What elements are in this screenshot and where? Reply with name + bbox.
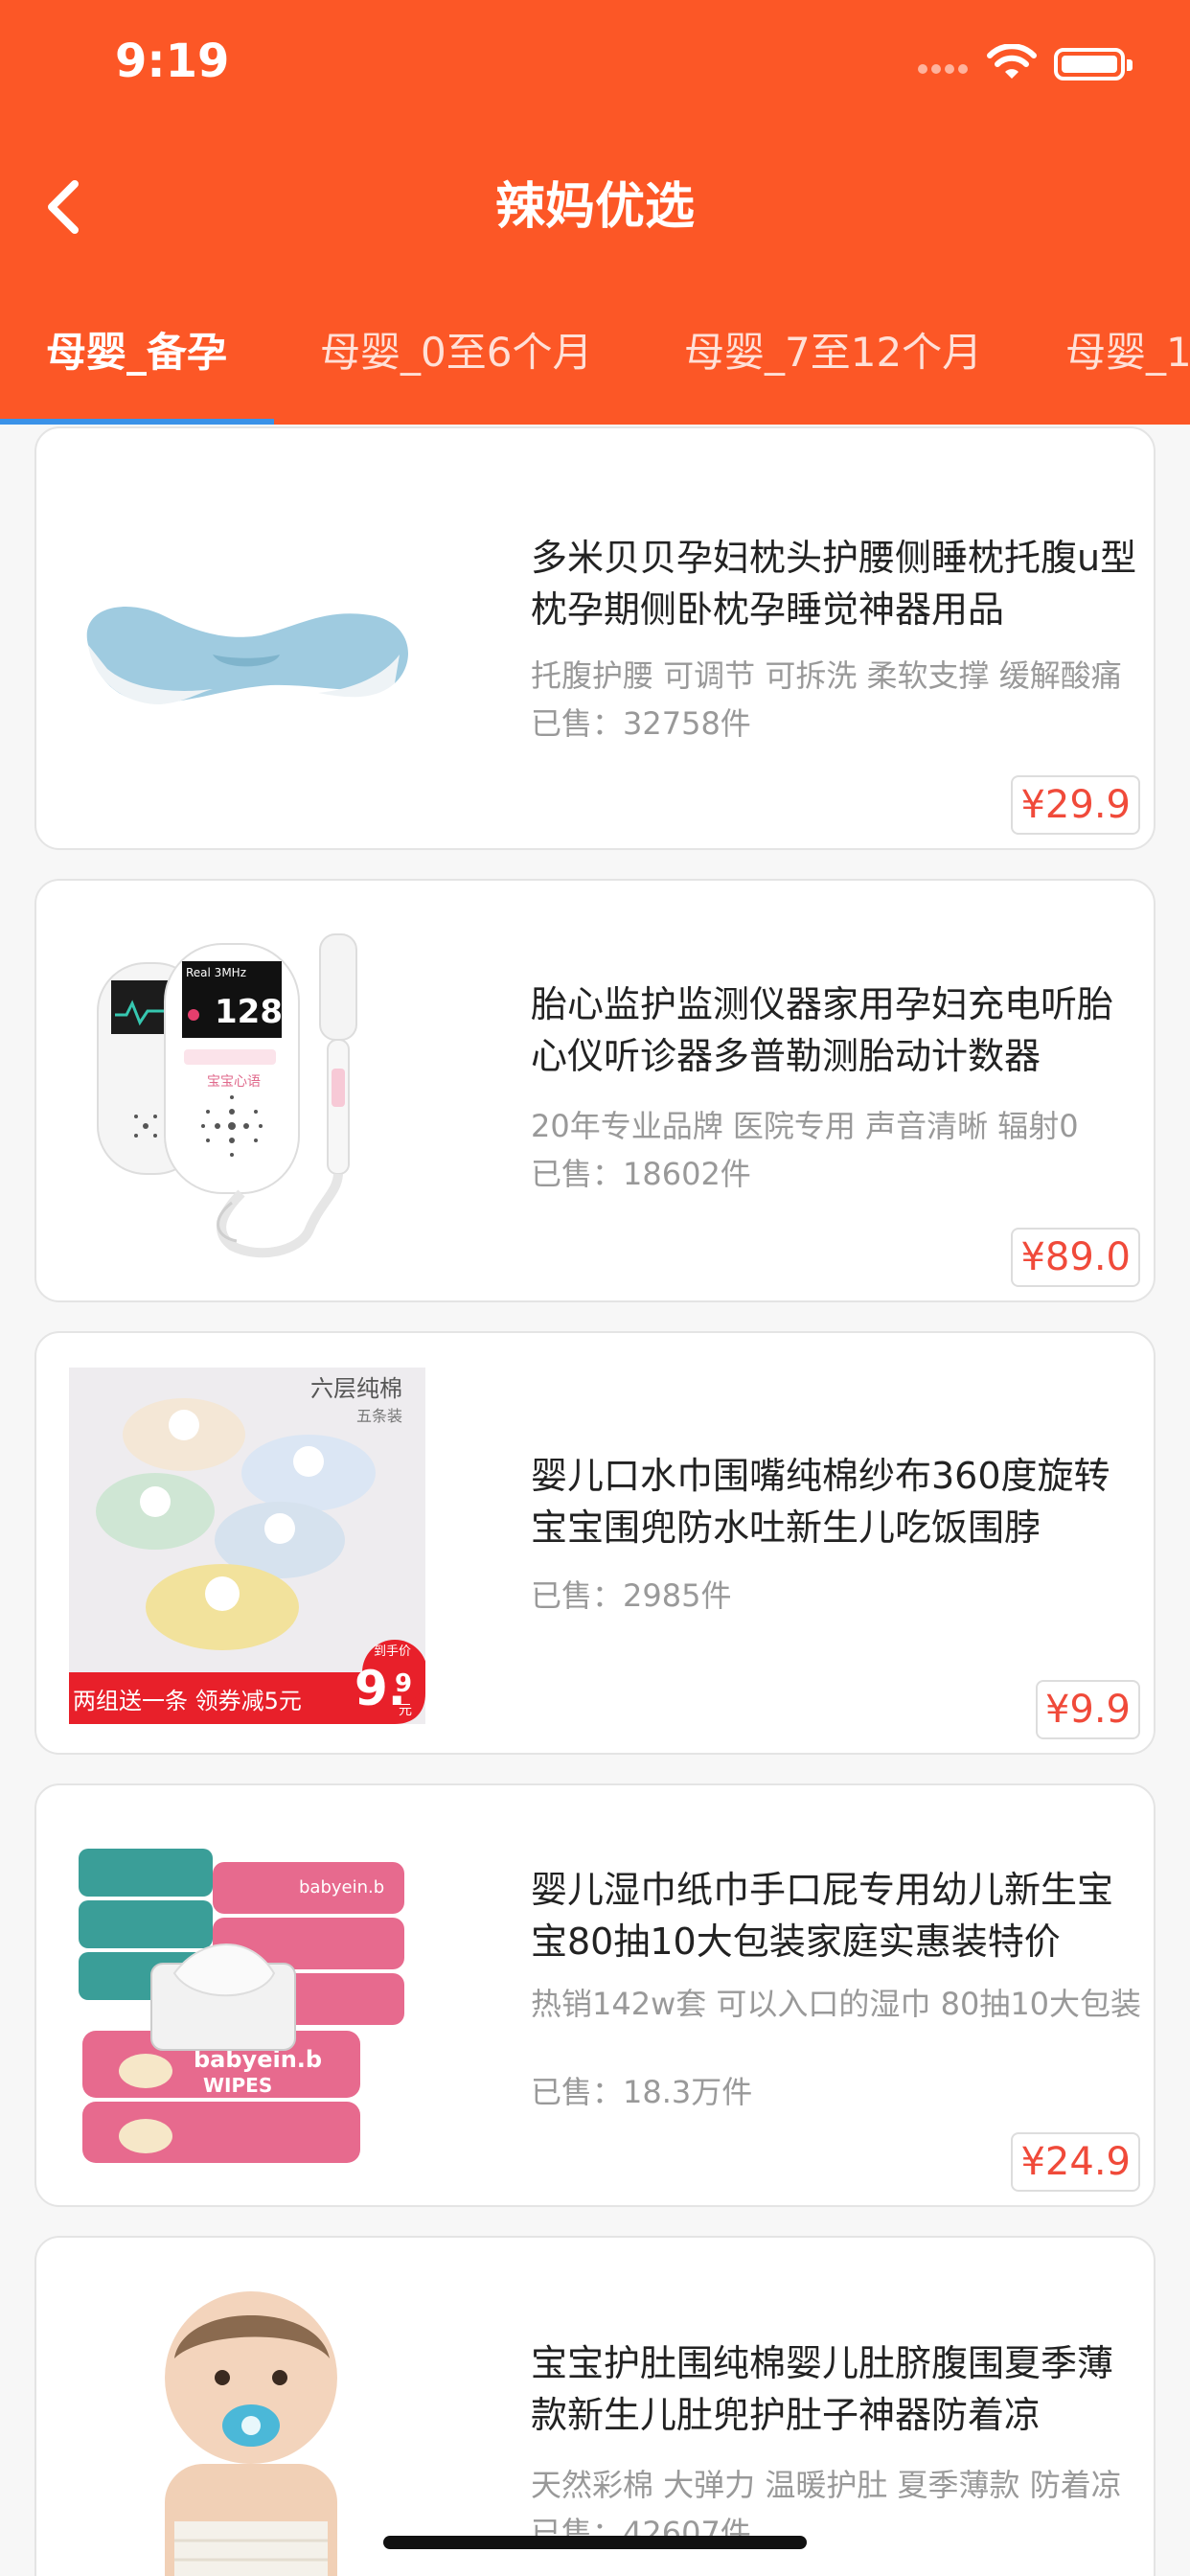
product-tags: 托腹护腰 可调节 可拆洗 柔软支撑 缓解酸痛 bbox=[531, 657, 1122, 694]
cellular-signal-icon bbox=[918, 59, 975, 74]
product-card[interactable]: Real 3MHz 128 宝宝心语 胎心监护监测仪器家用孕妇充电听胎心仪听诊器… bbox=[34, 879, 1156, 1302]
product-title: 多米贝贝孕妇枕头护腰侧睡枕托腹u型枕孕期侧卧枕孕睡觉神器用品 bbox=[531, 537, 1137, 631]
product-price: ¥9.9 bbox=[1035, 1680, 1140, 1739]
wipes-front-name: WIPES bbox=[203, 2074, 272, 2097]
product-sold-count: 已售：18602件 bbox=[531, 1156, 751, 1192]
fetal-doppler-image: Real 3MHz 128 宝宝心语 bbox=[97, 933, 357, 1258]
device-brand: 宝宝心语 bbox=[207, 1074, 261, 1090]
pregnancy-pillow-image bbox=[86, 607, 408, 704]
product-card[interactable]: 六层纯棉 五条装 两组送一条 领券减5元 到手价 9. 9 元 婴儿口水巾围嘴纯… bbox=[34, 1331, 1156, 1755]
home-indicator[interactable] bbox=[383, 2536, 807, 2549]
bib-corner-sublabel: 五条装 bbox=[356, 1407, 402, 1425]
product-price: ¥89.0 bbox=[1011, 1228, 1140, 1287]
bib-price-small: 9 bbox=[395, 1669, 412, 1698]
tab-prepregnancy[interactable]: 母婴_备孕 bbox=[46, 316, 227, 425]
device-screen-text: Real 3MHz bbox=[186, 966, 246, 979]
page-title: 辣妈优选 bbox=[494, 178, 695, 236]
product-card[interactable]: babyein.b babyein.b WIPES 婴儿湿巾纸巾手口屁专用幼儿新… bbox=[34, 1783, 1156, 2207]
product-list: 多米贝贝孕妇枕头护腰侧睡枕托腹u型枕孕期侧卧枕孕睡觉神器用品 托腹护腰 可调节 … bbox=[0, 425, 1190, 2576]
tab-1-3-years[interactable]: 母婴_1至3岁 bbox=[1065, 316, 1190, 425]
product-title: 婴儿湿巾纸巾手口屁专用幼儿新生宝宝80抽10大包装家庭实惠装特价 bbox=[531, 1869, 1114, 1963]
product-sold-count: 已售：2985件 bbox=[531, 1577, 732, 1614]
battery-icon bbox=[1054, 48, 1133, 80]
product-card[interactable]: 宝宝护肚围纯棉婴儿肚脐腹围夏季薄款新生儿肚兜护肚子神器防着凉 天然彩棉 大弹力 … bbox=[34, 2236, 1156, 2576]
tab-0-6-months[interactable]: 母婴_0至6个月 bbox=[320, 316, 592, 425]
app-header: 9:19 辣妈优选 母婴_备孕 母婴_0至6个月 母婴_7至12个月 母婴_1至… bbox=[0, 0, 1190, 425]
device-bpm: 128 bbox=[215, 993, 283, 1031]
baby-belly-band-image bbox=[165, 2291, 337, 2576]
product-price: ¥29.9 bbox=[1011, 775, 1140, 835]
tab-7-12-months[interactable]: 母婴_7至12个月 bbox=[684, 316, 982, 425]
product-title: 宝宝护肚围纯棉婴儿肚脐腹围夏季薄款新生儿肚兜护肚子神器防着凉 bbox=[531, 2342, 1114, 2436]
product-card[interactable]: 多米贝贝孕妇枕头护腰侧睡枕托腹u型枕孕期侧卧枕孕睡觉神器用品 托腹护腰 可调节 … bbox=[34, 426, 1156, 850]
product-sold-count: 已售：18.3万件 bbox=[531, 2074, 753, 2110]
product-title: 胎心监护监测仪器家用孕妇充电听胎心仪听诊器多普勒测胎动计数器 bbox=[531, 983, 1114, 1077]
product-tags: 天然彩棉 大弹力 温暖护肚 夏季薄款 防着凉 bbox=[531, 2467, 1122, 2503]
wifi-icon bbox=[987, 44, 1037, 79]
status-time: 9:19 bbox=[115, 34, 230, 88]
product-tags: 热销142w套 可以入口的湿巾 80抽10大包装 bbox=[531, 1986, 1142, 2022]
baby-wipes-image: babyein.b babyein.b WIPES bbox=[79, 1849, 404, 2163]
bib-promo-text: 两组送一条 领券减5元 bbox=[73, 1688, 302, 1714]
product-sold-count: 已售：32758件 bbox=[531, 705, 751, 742]
baby-bib-image: 六层纯棉 五条装 两组送一条 领券减5元 到手价 9. 9 元 bbox=[69, 1368, 425, 1724]
wipes-pack-brand: babyein.b bbox=[299, 1877, 384, 1898]
bib-corner-label: 六层纯棉 bbox=[310, 1375, 402, 1402]
product-tags: 20年专业品牌 医院专用 声音清晰 辐射0 bbox=[531, 1108, 1079, 1144]
bib-price-unit: 元 bbox=[399, 1703, 412, 1718]
product-price: ¥24.9 bbox=[1011, 2132, 1140, 2192]
category-tabs: 母婴_备孕 母婴_0至6个月 母婴_7至12个月 母婴_1至3岁 bbox=[0, 316, 1190, 425]
status-bar: 9:19 bbox=[0, 0, 1190, 126]
bib-price-label: 到手价 bbox=[374, 1644, 411, 1659]
product-title: 婴儿口水巾围嘴纯棉纱布360度旋转宝宝围兜防水吐新生儿吃饭围脖 bbox=[531, 1455, 1110, 1549]
